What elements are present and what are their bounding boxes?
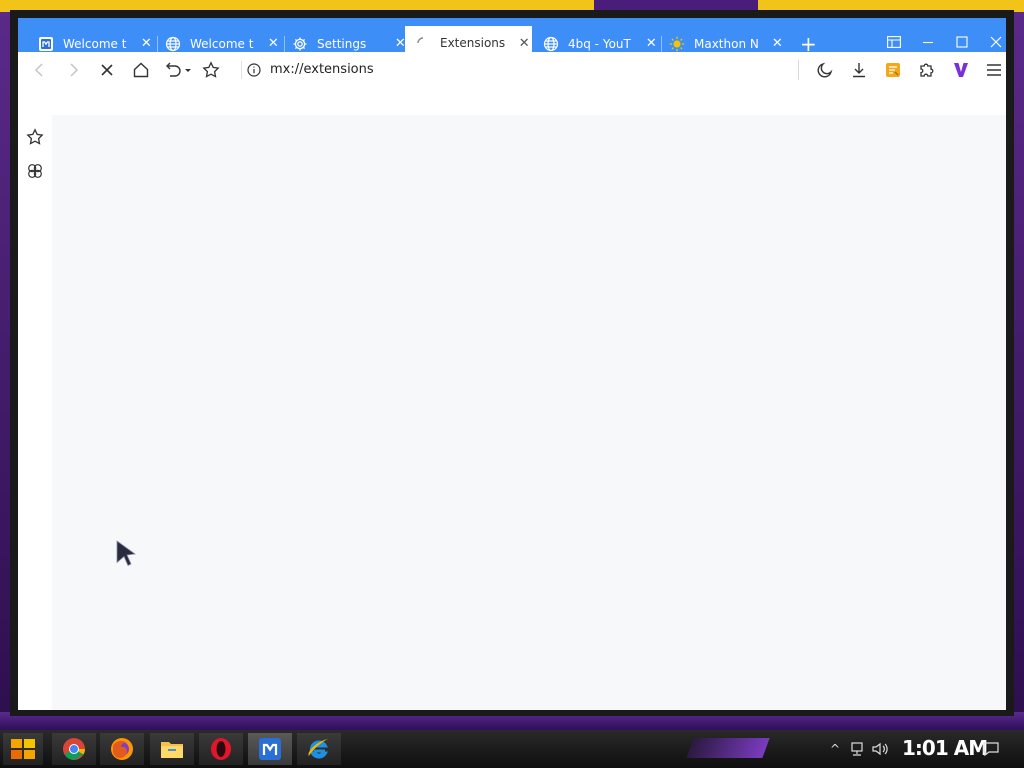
start-button[interactable] (3, 733, 43, 765)
tab-label: Settings (317, 36, 367, 51)
close-icon[interactable]: ✕ (644, 36, 659, 52)
loading-spinner-icon (415, 35, 431, 51)
show-hidden-icons-chevron-icon[interactable]: ^ (826, 740, 844, 758)
network-icon[interactable] (848, 740, 866, 758)
new-tab-button[interactable]: + (800, 34, 817, 54)
volume-icon[interactable] (871, 740, 889, 758)
undo-close-tab-button[interactable] (161, 58, 195, 82)
maxthon-icon[interactable] (248, 733, 292, 765)
address-bar-input[interactable]: mx://extensions (270, 62, 374, 77)
close-icon[interactable]: ✕ (266, 36, 281, 52)
gear-icon (292, 36, 308, 52)
close-window-button[interactable] (986, 32, 1006, 52)
hexagon-icon[interactable] (25, 161, 45, 181)
tab-list-icon[interactable] (884, 32, 904, 52)
browser-window: Welcome t ✕ Welcome t ✕ Settings ✕ Exten… (10, 10, 1014, 716)
bookmark-star-button[interactable] (199, 58, 223, 82)
minimize-button[interactable] (918, 32, 938, 52)
menu-icon[interactable] (982, 58, 1006, 82)
taskbar-clock[interactable]: 1:01 AM (902, 736, 988, 760)
page-content-area (52, 115, 1006, 710)
globe-icon (543, 36, 559, 52)
globe-icon (165, 36, 181, 52)
stop-loading-button[interactable] (95, 58, 119, 82)
opera-icon[interactable] (199, 733, 243, 765)
taskbar-decoration (686, 738, 770, 758)
taskbar: ^ 1:01 AM (0, 730, 1024, 768)
tab-label: Extensions (440, 36, 506, 50)
notes-icon[interactable] (881, 58, 905, 82)
tab-label: 4bq - YouT (568, 36, 631, 51)
info-icon[interactable] (242, 58, 266, 82)
tab-label: Maxthon N (694, 36, 759, 51)
star-icon[interactable] (25, 127, 45, 147)
night-mode-icon[interactable] (813, 58, 837, 82)
sidebar (18, 115, 53, 710)
maxthon-logo-icon (38, 36, 54, 52)
maximize-button[interactable] (952, 32, 972, 52)
mouse-cursor-icon (116, 540, 137, 570)
firefox-icon[interactable] (100, 733, 144, 765)
forward-button[interactable] (61, 58, 85, 82)
sun-icon (669, 36, 685, 52)
internet-explorer-icon[interactable] (297, 733, 341, 765)
file-explorer-icon[interactable] (150, 733, 194, 765)
info-bar (18, 85, 1006, 116)
download-icon[interactable] (847, 58, 871, 82)
close-icon[interactable]: ✕ (516, 35, 532, 51)
chrome-icon[interactable] (52, 733, 96, 765)
toolbar-divider (798, 60, 799, 80)
extensions-puzzle-icon[interactable] (915, 58, 939, 82)
tab-label: Welcome t (63, 36, 127, 51)
navigation-toolbar: mx://extensions (18, 52, 1006, 89)
close-icon[interactable]: ✕ (770, 36, 785, 52)
back-button[interactable] (28, 58, 52, 82)
home-button[interactable] (129, 58, 153, 82)
vpn-v-icon[interactable] (949, 58, 973, 82)
action-center-icon[interactable] (982, 740, 1000, 758)
tab-label: Welcome t (190, 36, 254, 51)
close-icon[interactable]: ✕ (139, 36, 154, 52)
